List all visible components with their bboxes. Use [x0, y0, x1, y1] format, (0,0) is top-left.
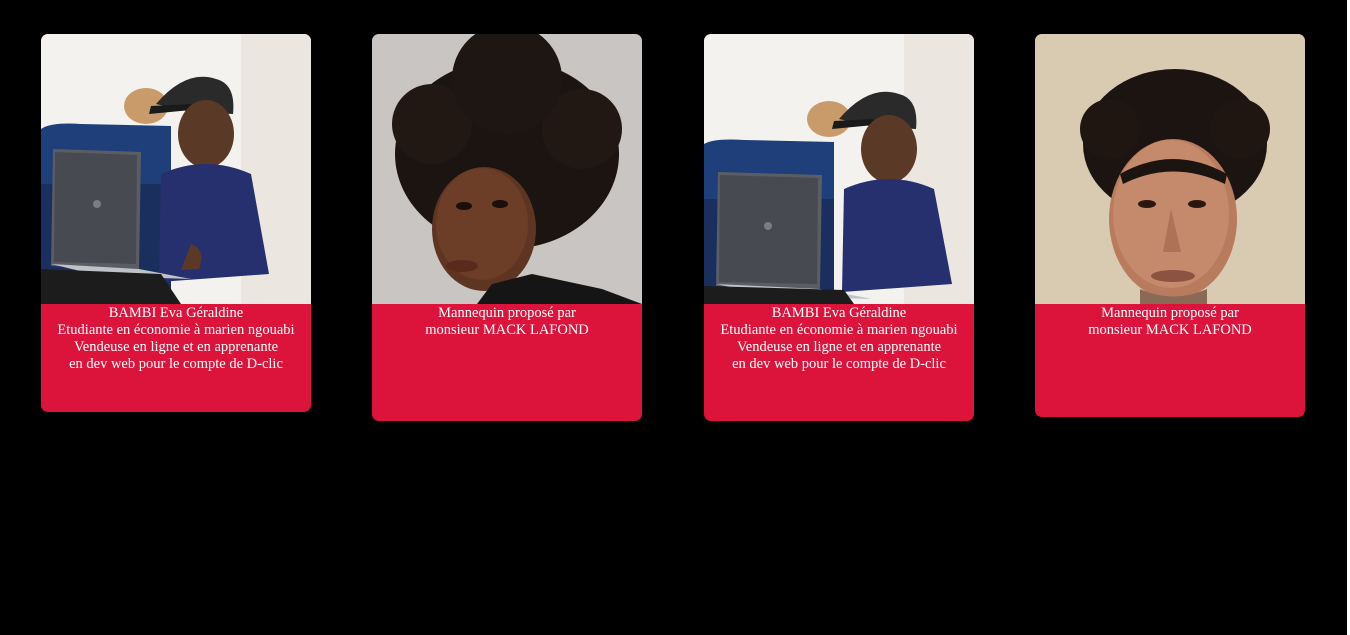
profile-photo [1035, 34, 1305, 304]
profile-caption: BAMBI Eva Géraldine Etudiante en économi… [704, 304, 974, 373]
caption-line: Mannequin proposé par [438, 305, 576, 321]
caption-line: Mannequin proposé par [1101, 305, 1239, 321]
profile-card[interactable]: Mannequin proposé par monsieur MACK LAFO… [372, 34, 642, 421]
profile-photo [41, 34, 311, 304]
person-with-laptop-icon [41, 34, 311, 304]
caption-line: Etudiante en économie à marien ngouabi [720, 322, 958, 338]
caption-line: monsieur MACK LAFOND [1088, 322, 1252, 338]
profile-card[interactable]: BAMBI Eva Géraldine Etudiante en économi… [704, 34, 974, 421]
portrait-man-icon [1035, 34, 1305, 304]
caption-line: Vendeuse en ligne et en apprenante [736, 339, 942, 355]
caption-line: Vendeuse en ligne et en apprenante [73, 339, 279, 355]
caption-line: Etudiante en économie à marien ngouabi [57, 322, 295, 338]
caption-line: BAMBI Eva Géraldine [771, 305, 907, 321]
profile-caption: Mannequin proposé par monsieur MACK LAFO… [1035, 304, 1305, 339]
profile-photo [704, 34, 974, 304]
caption-line: monsieur MACK LAFOND [425, 322, 589, 338]
profile-card[interactable]: Mannequin proposé par monsieur MACK LAFO… [1035, 34, 1305, 417]
caption-line: en dev web pour le compte de D-clic [732, 356, 946, 372]
caption-line: BAMBI Eva Géraldine [108, 305, 244, 321]
profile-photo [372, 34, 642, 304]
portrait-woman-icon [372, 34, 642, 304]
caption-line: en dev web pour le compte de D-clic [69, 356, 283, 372]
person-with-laptop-icon [704, 34, 974, 304]
profile-card[interactable]: BAMBI Eva Géraldine Etudiante en économi… [41, 34, 311, 412]
profile-caption: Mannequin proposé par monsieur MACK LAFO… [372, 304, 642, 339]
profile-caption: BAMBI Eva Géraldine Etudiante en économi… [41, 304, 311, 373]
